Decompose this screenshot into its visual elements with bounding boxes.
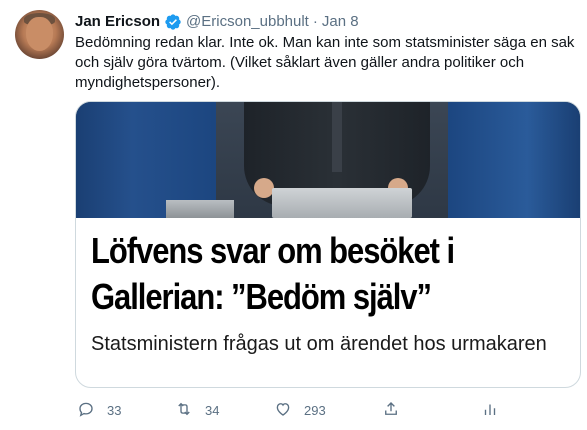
retweet-count: 34	[205, 402, 220, 418]
reply-button[interactable]: 33	[77, 398, 121, 422]
card-image	[76, 102, 580, 218]
retweet-icon	[175, 400, 193, 421]
reply-count: 33	[107, 402, 122, 418]
author-name[interactable]: Jan Ericson	[75, 12, 160, 32]
card-subtitle: Statsministern frågas ut om ärendet hos …	[91, 333, 547, 355]
avatar-face	[26, 17, 53, 51]
tweet-header: Jan Ericson @Ericson_ubbhult · Jan 8	[75, 12, 359, 32]
tweet-actions: 33 34 293	[75, 398, 579, 422]
author-handle[interactable]: @Ericson_ubbhult	[186, 12, 309, 32]
like-button[interactable]: 293	[274, 398, 326, 422]
flag-right	[448, 102, 580, 218]
link-card[interactable]: Löfvens svar om besöket i Gallerian: ”Be…	[75, 101, 581, 388]
tweet-date[interactable]: Jan 8	[322, 12, 359, 32]
retweet-button[interactable]: 34	[175, 398, 219, 422]
speaker-hand-left	[254, 178, 274, 198]
heart-icon	[274, 400, 292, 421]
analytics-button[interactable]	[481, 398, 499, 422]
speaker-tie	[332, 102, 342, 172]
like-count: 293	[304, 402, 326, 418]
author-avatar[interactable]	[15, 10, 64, 59]
analytics-icon	[481, 400, 499, 421]
card-headline: Löfvens svar om besöket i Gallerian: ”Be…	[91, 228, 504, 320]
share-button[interactable]	[382, 398, 400, 422]
podium	[272, 188, 412, 218]
side-podium	[166, 200, 234, 218]
card-headline-line1: Löfvens svar om besöket i	[91, 230, 455, 271]
verified-badge-icon	[164, 13, 182, 31]
share-icon	[382, 400, 400, 421]
reply-icon	[77, 400, 95, 421]
header-separator: ·	[312, 13, 318, 30]
card-headline-line2: Gallerian: ”Bedöm själv”	[91, 276, 432, 317]
tweet-text: Bedömning redan klar. Inte ok. Man kan i…	[75, 34, 575, 91]
